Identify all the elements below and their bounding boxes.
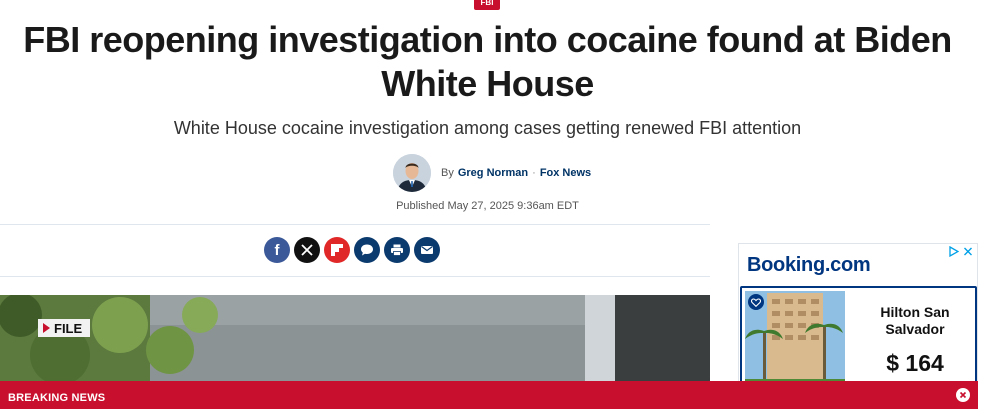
hotel-card[interactable]: Hilton San Salvador $ 164 (740, 286, 977, 392)
share-divider-top (0, 224, 710, 225)
file-photo-tag: FILE (38, 319, 91, 337)
category-tag[interactable]: FBI (474, 0, 500, 10)
author-link[interactable]: Greg Norman (458, 167, 528, 179)
flipboard-icon (331, 244, 343, 256)
adchoices-icon (949, 246, 959, 257)
favorite-heart-button[interactable] (748, 294, 764, 310)
file-tag-label: FILE (54, 320, 83, 336)
share-divider-bottom (0, 276, 710, 277)
breaking-news-banner[interactable]: BREAKING NEWS (0, 381, 978, 409)
x-share-button[interactable] (294, 237, 320, 263)
byline: By Greg Norman · Fox News (441, 167, 591, 179)
comments-button[interactable] (354, 237, 380, 263)
ad-brand-tld: .com (824, 254, 871, 276)
share-bar: f (264, 237, 440, 263)
source-link[interactable]: Fox News (540, 167, 591, 179)
byline-prefix: By (441, 167, 454, 179)
close-ad-icon[interactable] (963, 246, 973, 257)
article-page: FBI FBI reopening investigation into coc… (0, 0, 1000, 409)
facebook-icon: f (274, 241, 280, 259)
article-subheadline: White House cocaine investigation among … (173, 118, 802, 138)
booking-ad[interactable]: Booking.com Hilton San Salvador $ 164 (738, 243, 978, 393)
email-share-button[interactable] (414, 237, 440, 263)
print-button[interactable] (384, 237, 410, 263)
ad-choices[interactable] (949, 246, 973, 257)
hotel-photo (745, 291, 845, 391)
comments-icon (361, 244, 373, 256)
published-timestamp: Published May 27, 2025 9:36am EDT (396, 200, 579, 212)
article-headline: FBI reopening investigation into cocaine… (23, 19, 952, 104)
email-icon (421, 246, 433, 254)
breaking-news-label: BREAKING NEWS (8, 392, 106, 404)
ad-brand-logo[interactable]: Booking.com (747, 254, 871, 277)
flipboard-share-button[interactable] (324, 237, 350, 263)
x-icon (301, 244, 313, 256)
breaking-close-button[interactable] (956, 388, 970, 402)
print-icon (391, 244, 403, 256)
hero-image[interactable]: FILE (0, 295, 710, 385)
author-row: By Greg Norman · Fox News (393, 153, 591, 193)
byline-separator: · (532, 167, 536, 179)
close-icon (959, 391, 967, 399)
author-avatar[interactable] (393, 154, 431, 192)
hero-image-illustration (0, 295, 710, 385)
ad-brand-main: Booking (747, 254, 825, 276)
play-triangle-icon (43, 323, 50, 333)
hotel-name[interactable]: Hilton San Salvador (856, 304, 974, 338)
facebook-share-button[interactable]: f (264, 237, 290, 263)
heart-icon (751, 297, 761, 307)
hotel-price: $ 164 (886, 350, 944, 376)
